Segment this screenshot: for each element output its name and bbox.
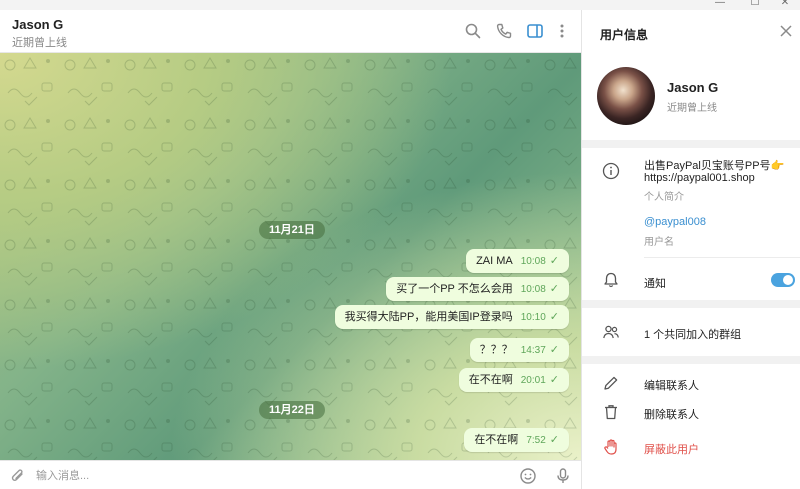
emoji-icon[interactable] [519, 467, 537, 485]
block-user[interactable]: 屏蔽此用户 [644, 441, 699, 457]
message-composer [0, 460, 581, 489]
message-input[interactable] [36, 466, 496, 486]
edit-contact[interactable]: 编辑联系人 [644, 377, 699, 393]
bio-label: 个人简介 [644, 192, 684, 203]
message-text: 在不在啊 [474, 434, 519, 446]
info-icon [602, 162, 620, 180]
row-divider [644, 257, 800, 258]
section-divider [582, 300, 800, 308]
hand-stop-icon [604, 439, 617, 455]
group-icon [603, 325, 619, 339]
check-icon: ✓ [549, 344, 559, 356]
minimize-button[interactable]: — [705, 0, 735, 10]
more-vert-icon[interactable] [553, 22, 571, 40]
message-bubble[interactable]: 我买得大陆PP，能用美国IP登录吗 10:10 ✓ [334, 305, 569, 329]
message-time: 14:37 [520, 345, 546, 356]
attach-icon[interactable] [9, 467, 27, 485]
check-icon: ✓ [549, 311, 559, 323]
bio-text: 出售PayPal贝宝账号PP号👉 [644, 160, 785, 172]
message-bubble[interactable]: ？？？ 14:37 ✓ [469, 338, 569, 362]
user-info-panel: 用户信息 Jason G 近期曾上线 出售PayPal贝宝账号PP号👉 http… [581, 10, 800, 489]
bell-icon [604, 272, 618, 288]
section-divider [582, 140, 800, 148]
search-icon[interactable] [464, 22, 482, 40]
notify-toggle[interactable] [771, 273, 795, 287]
message-bubble[interactable]: ZAI MA 10:08 ✓ [466, 249, 569, 273]
maximize-button[interactable]: ☐ [740, 0, 770, 10]
message-bubble[interactable]: 在不在啊 20:01 ✓ [458, 368, 569, 392]
close-window-button[interactable]: ✕ [770, 0, 800, 10]
username-label: 用户名 [644, 237, 674, 248]
message-text: 在不在啊 [468, 374, 513, 386]
panel-title: 用户信息 [600, 28, 649, 42]
username-link[interactable]: @paypal008 [644, 216, 706, 228]
avatar[interactable] [597, 67, 655, 125]
message-text: ZAI MA [476, 255, 513, 267]
message-text: 买了一个PP 不怎么会用 [396, 283, 513, 295]
message-text: ？？？ [479, 344, 513, 356]
profile-name: Jason G [667, 80, 719, 95]
profile-status: 近期曾上线 [667, 103, 717, 114]
phone-icon[interactable] [495, 22, 513, 40]
check-icon: ✓ [549, 434, 559, 446]
trash-icon [605, 405, 617, 420]
notify-label: 通知 [644, 278, 666, 290]
message-text: 我买得大陆PP，能用美国IP登录吗 [344, 311, 513, 323]
sidebar-toggle-icon[interactable] [526, 22, 544, 40]
chat-header: Jason G 近期曾上线 [0, 10, 581, 53]
mic-icon[interactable] [554, 467, 572, 485]
message-time: 10:08 [520, 256, 546, 267]
date-divider: 11月21日 [259, 221, 325, 239]
chat-background: 11月21日 ZAI MA 10:08 ✓ 买了一个PP 不怎么会用 10:08 ✓ 我… [0, 53, 581, 460]
chat-status: 近期曾上线 [12, 37, 67, 49]
check-icon: ✓ [549, 374, 559, 386]
message-time: 20:01 [520, 375, 546, 386]
window-titlebar: — ☐ ✕ [0, 0, 800, 10]
chat-panel: Jason G 近期曾上线 11月21日 ZAI MA 10:08 ✓ 买了一个… [0, 10, 581, 489]
section-divider [582, 356, 800, 364]
delete-contact[interactable]: 删除联系人 [644, 406, 699, 422]
message-bubble[interactable]: 在不在啊 7:52 ✓ [464, 428, 569, 452]
message-bubble[interactable]: 买了一个PP 不怎么会用 10:08 ✓ [386, 277, 569, 301]
message-time: 7:52 [526, 435, 546, 446]
date-divider: 11月22日 [259, 401, 325, 419]
close-icon[interactable] [778, 23, 794, 39]
common-groups[interactable]: 1 个共同加入的群组 [644, 326, 741, 342]
check-icon: ✓ [549, 283, 559, 295]
chat-title[interactable]: Jason G [12, 17, 63, 32]
message-time: 10:10 [520, 312, 546, 323]
check-icon: ✓ [549, 255, 559, 267]
bio-link[interactable]: https://paypal001.shop [644, 172, 755, 184]
pencil-icon [604, 376, 618, 390]
message-time: 10:08 [520, 284, 546, 295]
